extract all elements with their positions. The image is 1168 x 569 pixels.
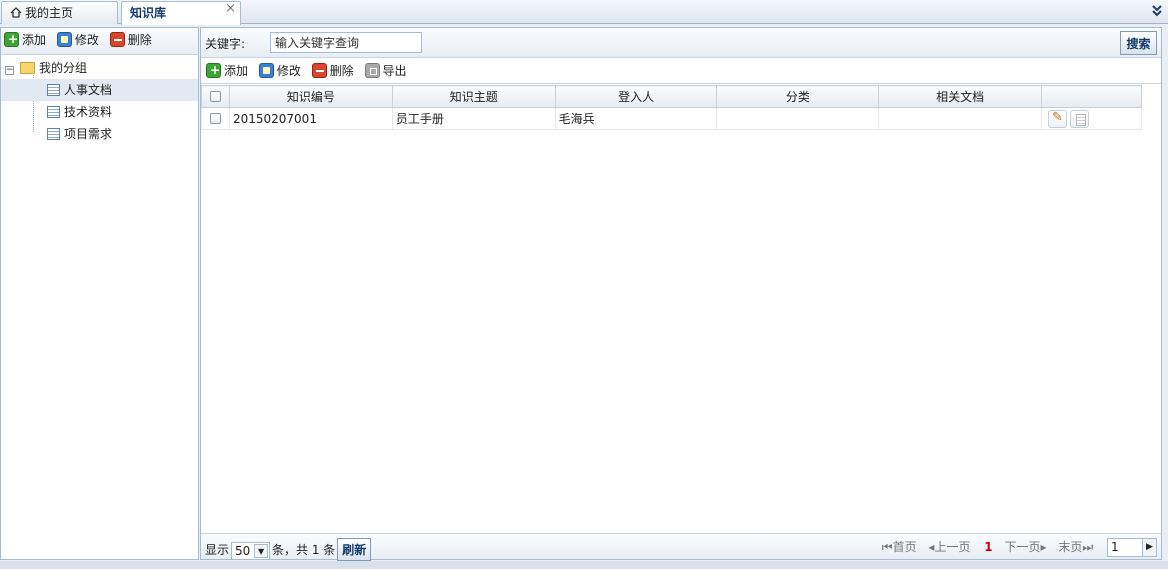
first-page-button[interactable]: ⏮首页 (882, 540, 917, 554)
page-size-area: 显示 50 ▼ 条，共 1 条刷新 (205, 538, 372, 562)
cell-subject: 员工手册 (391, 107, 556, 130)
tab-knowledge-base-label: 知识库 (130, 6, 167, 20)
tree-node-project-reqs[interactable]: 项目需求 (1, 123, 198, 145)
edit-icon (258, 63, 274, 78)
add-label: 添加 (224, 64, 249, 78)
row-select-cell[interactable] (201, 107, 230, 130)
knowledge-table: 知识编号 知识主题 登入人 分类 相关文档 20150207001 员工手册 毛… (201, 85, 1142, 130)
tab-home-label: 我的主页 (25, 6, 74, 20)
column-header-related-docs[interactable]: 相关文档 (878, 85, 1043, 108)
page-size-select[interactable]: 50 ▼ (231, 541, 271, 560)
tree-node-my-groups[interactable]: − 我的分组 (1, 57, 198, 79)
home-icon (10, 7, 22, 18)
column-header-actions (1041, 85, 1142, 108)
table-header-row: 知识编号 知识主题 登入人 分类 相关文档 (201, 85, 1142, 108)
group-tree: − 我的分组 人事文档 技术资料 项目需求 (1, 55, 198, 145)
delete-label: 删除 (329, 64, 354, 78)
edit-button[interactable]: 修改 (258, 62, 304, 82)
select-all-checkbox[interactable] (209, 90, 221, 102)
row-view-document-icon[interactable] (1070, 109, 1090, 128)
cell-category (716, 107, 880, 130)
tree-node-label: 项目需求 (64, 127, 113, 141)
document-icon (47, 128, 60, 140)
grid-toolbar: 添加 修改 删除 导出 (201, 58, 1161, 84)
row-edit-icon[interactable] (1048, 109, 1068, 128)
cell-related-docs (878, 107, 1043, 130)
last-page-button[interactable]: 末页⏭ (1058, 540, 1093, 554)
page-jump-value: 1 (1111, 540, 1119, 554)
search-button[interactable]: 搜索 (1120, 31, 1157, 55)
group-toolbar: 添加 修改 删除 (1, 28, 198, 55)
select-all-cell[interactable] (201, 85, 230, 108)
edit-icon (56, 32, 72, 47)
close-icon[interactable]: × (225, 2, 236, 16)
tree-node-label: 人事文档 (64, 83, 113, 97)
search-label: 关键字: (205, 37, 246, 51)
search-input[interactable] (270, 32, 422, 53)
first-page-icon: ⏮ (881, 540, 893, 554)
tab-knowledge-base[interactable]: 知识库 × (121, 1, 241, 25)
table-row[interactable]: 20150207001 员工手册 毛海兵 (201, 107, 1142, 130)
prev-page-button[interactable]: ◂上一页 (928, 540, 970, 554)
tree-node-tech-docs[interactable]: 技术资料 (1, 101, 198, 123)
cell-actions (1041, 107, 1142, 130)
export-icon (364, 63, 380, 78)
document-icon (47, 106, 60, 118)
tab-home[interactable]: 我的主页 (1, 1, 118, 24)
next-page-icon: ▸ (1040, 540, 1047, 554)
dropdown-arrow-icon[interactable]: ▼ (254, 543, 269, 558)
bottom-bar (0, 561, 1168, 569)
tab-strip: 我的主页 知识库 × (0, 0, 1168, 25)
column-header-category[interactable]: 分类 (716, 85, 880, 108)
refresh-button[interactable]: 刷新 (337, 538, 372, 561)
group-edit-label: 修改 (74, 33, 99, 47)
next-page-label: 下一页 (1004, 540, 1041, 554)
search-bar: 关键字: 搜索 (201, 28, 1161, 58)
first-page-label: 首页 (892, 540, 917, 554)
delete-button[interactable]: 删除 (311, 62, 357, 82)
tree-node-hr-docs[interactable]: 人事文档 (1, 79, 198, 101)
collapse-icon[interactable]: − (5, 66, 14, 75)
group-add-label: 添加 (22, 33, 47, 47)
tree-node-label: 技术资料 (64, 105, 113, 119)
edit-label: 修改 (276, 64, 301, 78)
column-header-user[interactable]: 登入人 (554, 85, 718, 108)
next-page-button[interactable]: 下一页▸ (1004, 540, 1046, 554)
add-icon (4, 30, 19, 48)
export-button[interactable]: 导出 (364, 62, 410, 82)
folder-icon (20, 62, 35, 74)
pagination-bar: 显示 50 ▼ 条，共 1 条刷新 ⏮首页 ◂上一页 1 下一页▸ 末页⏭ 1 ▶ (201, 533, 1161, 562)
last-page-label: 末页 (1058, 540, 1083, 554)
column-header-subject[interactable]: 知识主题 (391, 85, 556, 108)
group-panel: 添加 修改 删除 − 我的分组 人事文档 技术资料 项目需求 (0, 27, 199, 560)
last-page-icon: ⏭ (1082, 540, 1094, 554)
group-delete-label: 删除 (127, 33, 152, 47)
document-icon (47, 84, 60, 96)
group-delete-button[interactable]: 删除 (109, 31, 155, 51)
cell-user: 毛海兵 (554, 107, 718, 130)
page-navigation: ⏮首页 ◂上一页 1 下一页▸ 末页⏭ 1 ▶ (874, 538, 1157, 557)
record-summary: 条，共 1 条 (272, 543, 336, 557)
group-edit-button[interactable]: 修改 (56, 31, 102, 51)
page-jump-input[interactable]: 1 ▶ (1107, 538, 1157, 557)
knowledge-panel: 关键字: 搜索 添加 修改 删除 导出 知识编号 知识主题 登入人 分类 相关文… (200, 27, 1162, 562)
tree-root-label: 我的分组 (39, 61, 88, 75)
export-label: 导出 (382, 64, 407, 78)
chevron-double-down-icon[interactable] (1150, 2, 1164, 20)
cell-id: 20150207001 (228, 107, 393, 130)
current-page-number: 1 (984, 540, 993, 554)
column-header-id[interactable]: 知识编号 (228, 85, 393, 108)
prev-page-label: 上一页 (934, 540, 971, 554)
show-label: 显示 (205, 543, 230, 557)
go-arrow-icon[interactable]: ▶ (1142, 539, 1156, 556)
delete-icon (109, 32, 125, 47)
row-checkbox[interactable] (209, 112, 221, 124)
group-add-button[interactable]: 添加 (4, 30, 49, 51)
page-size-value: 50 (235, 543, 251, 558)
add-button[interactable]: 添加 (206, 61, 251, 82)
delete-icon (311, 63, 327, 78)
add-icon (206, 61, 221, 79)
